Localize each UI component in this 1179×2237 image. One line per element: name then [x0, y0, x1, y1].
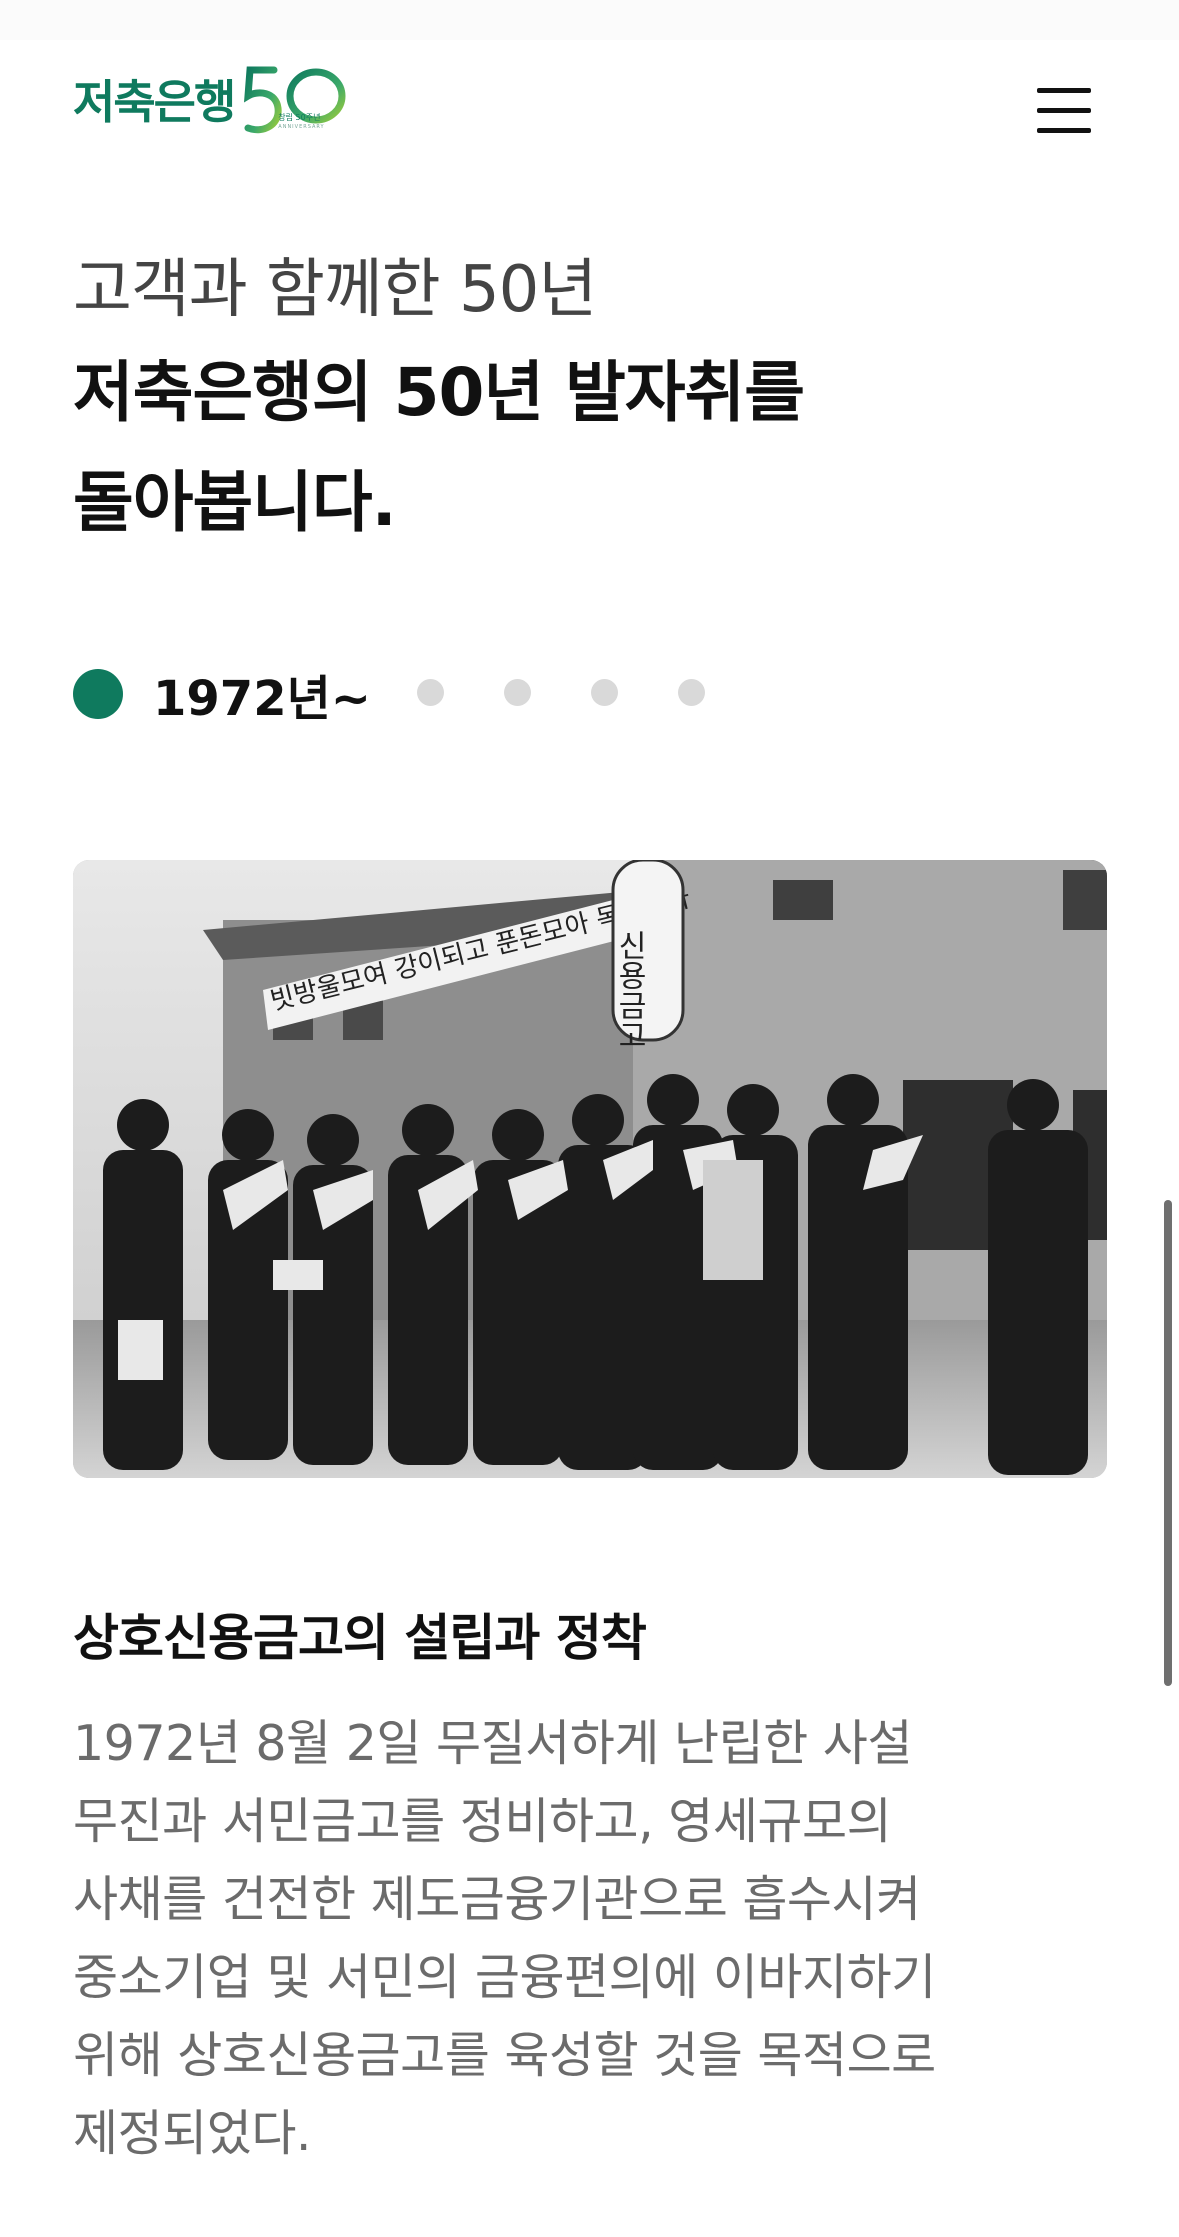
- timeline-nav: 1972년~: [73, 666, 371, 727]
- status-bar-area: [0, 0, 1179, 40]
- logo-text: 저축은행: [73, 75, 236, 129]
- menu-line-top: [1037, 88, 1091, 93]
- historical-photo-illustration: 빗방울모여 강이되고 푼돈모아 목돈된다 신용금고: [73, 860, 1107, 1478]
- scrollbar[interactable]: [1164, 1200, 1172, 1686]
- historical-photo: 빗방울모여 강이되고 푼돈모아 목돈된다 신용금고: [73, 860, 1107, 1478]
- section-body-line: 중소기업 및 서민의 금융편의에 이바지하기: [73, 1949, 936, 2006]
- timeline-dot-2[interactable]: [417, 679, 444, 706]
- menu-line-bottom: [1037, 128, 1091, 133]
- section-body-line: 사채를 건전한 제도금융기관으로 흡수시켜: [73, 1871, 921, 1928]
- timeline-dot-5[interactable]: [678, 679, 705, 706]
- timeline-dot-4[interactable]: [591, 679, 618, 706]
- timeline-active-dot[interactable]: [73, 669, 123, 719]
- intro-title-line-1: 저축은행의 50년 발자취를: [73, 354, 805, 431]
- intro-title-line-2: 돌아봅니다.: [73, 464, 397, 541]
- logo-badge-tag: ANNIVERSARY: [278, 124, 325, 130]
- intro-title: 저축은행의 50년 발자취를 돌아봅니다.: [73, 338, 1073, 558]
- menu-line-middle: [1037, 108, 1091, 113]
- hamburger-menu-icon[interactable]: [1033, 84, 1095, 138]
- timeline-dot-3[interactable]: [504, 679, 531, 706]
- bank-logo[interactable]: 저축은행 창립 50주년 ANNIVERSARY: [73, 62, 350, 142]
- section-body-line: 제정되었다.: [73, 2105, 311, 2162]
- section-title: 상호신용금고의 설립과 정착: [73, 1609, 647, 1667]
- photo-sign-text: 신용금고: [612, 930, 647, 1050]
- intro-subtitle: 고객과 함께한 50년: [73, 253, 597, 327]
- logo-badge-sub: 창립 50주년: [278, 113, 321, 122]
- anniversary-50-icon: [244, 66, 346, 134]
- section-body-line: 1972년 8월 2일 무질서하게 난립한 사설: [73, 1715, 912, 1772]
- timeline-active-label: 1972년~: [153, 671, 371, 727]
- section-body: 1972년 8월 2일 무질서하게 난립한 사설 무진과 서민금고를 정비하고,…: [73, 1705, 1073, 2173]
- section-body-line: 무진과 서민금고를 정비하고, 영세규모의: [73, 1793, 892, 1850]
- section-body-line: 위해 상호신용금고를 육성할 것을 목적으로: [73, 2027, 936, 2084]
- anniversary-50-badge: 창립 50주년 ANNIVERSARY: [240, 62, 350, 142]
